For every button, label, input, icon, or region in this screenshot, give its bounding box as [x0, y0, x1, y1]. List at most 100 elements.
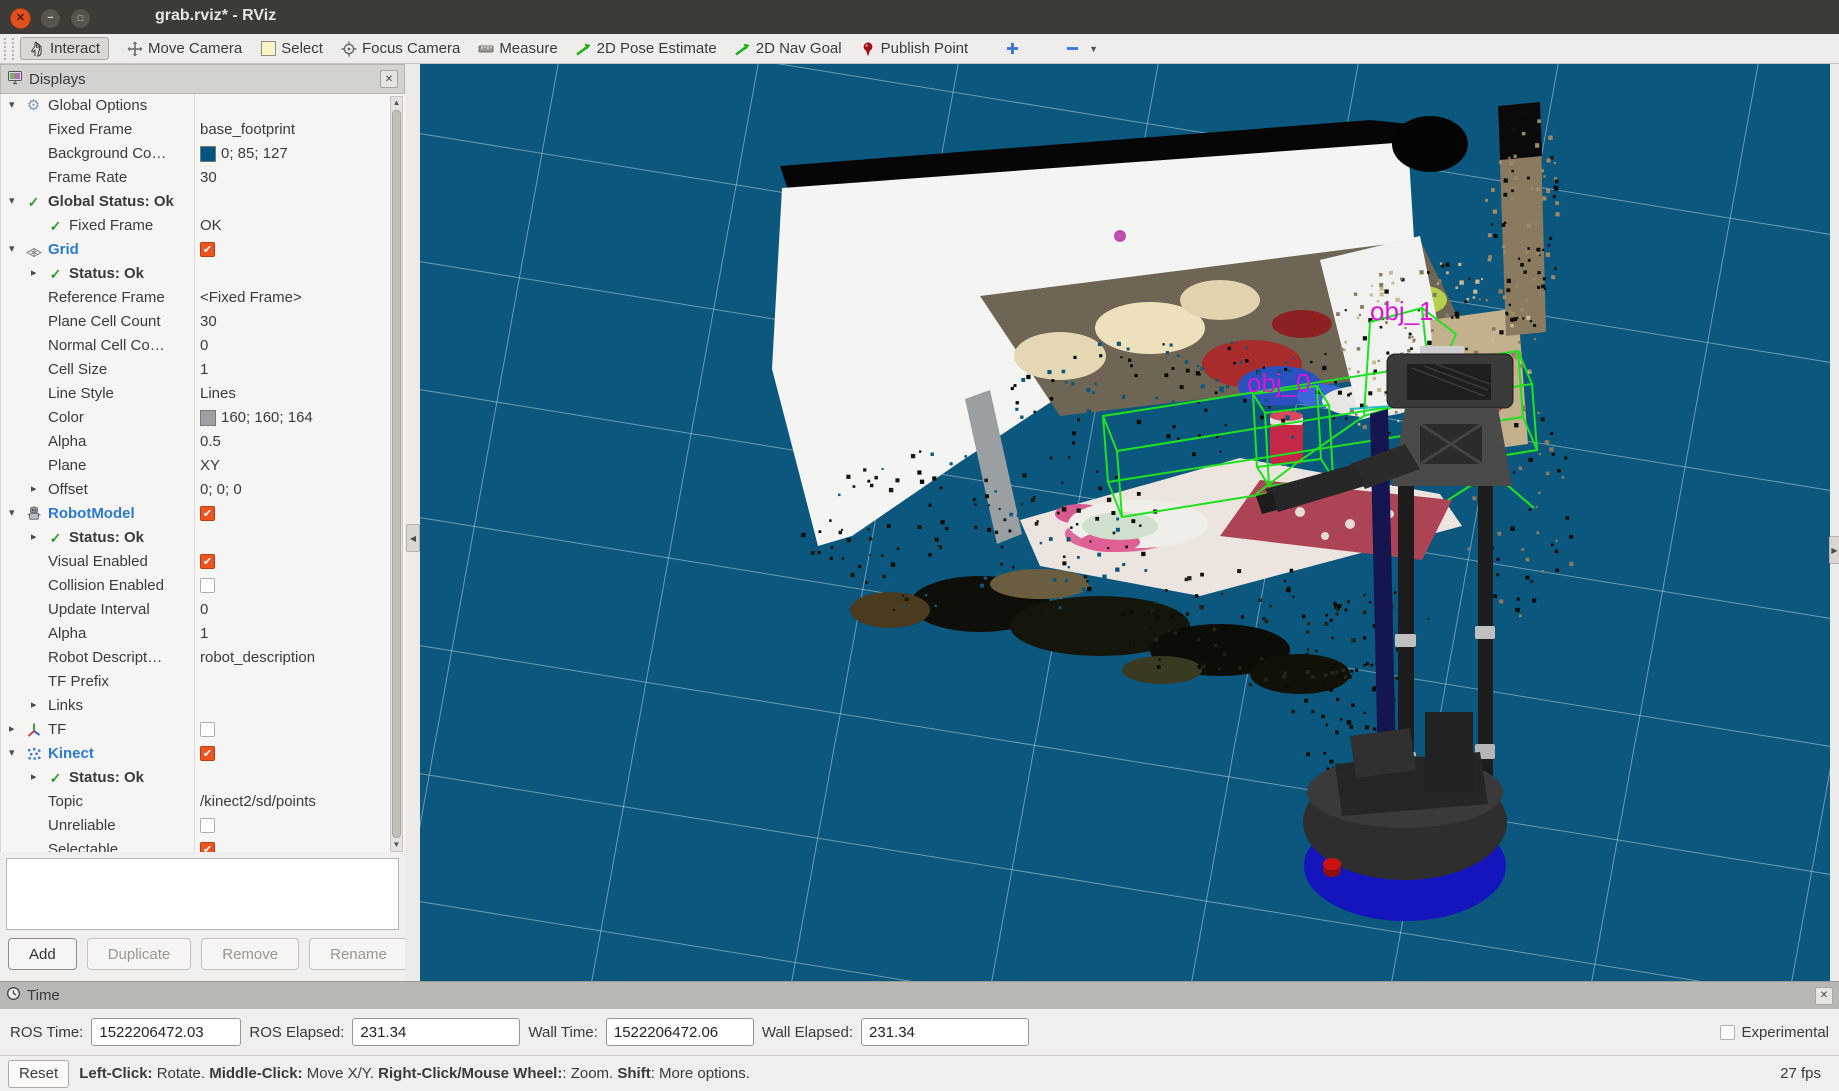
display-tree-row[interactable]: ▸✓Status: Ok	[1, 262, 405, 286]
display-tree-row[interactable]: ✓Fixed FrameOK	[1, 214, 405, 238]
property-value[interactable]: <Fixed Frame>	[200, 289, 302, 306]
collapse-right-icon[interactable]: ▶	[1829, 536, 1839, 564]
rename-button[interactable]: Rename	[309, 938, 408, 970]
expander-closed-icon[interactable]: ▸	[31, 266, 37, 279]
display-tree-row[interactable]: PlaneXY	[1, 454, 405, 478]
display-tree-row[interactable]: Reference Frame<Fixed Frame>	[1, 286, 405, 310]
scroll-up-icon[interactable]: ▲	[391, 97, 402, 109]
duplicate-button[interactable]: Duplicate	[87, 938, 192, 970]
ros-time-input[interactable]	[91, 1018, 241, 1046]
remove-button[interactable]: Remove	[201, 938, 299, 970]
display-tree-row[interactable]: ▸Links	[1, 694, 405, 718]
expander-closed-icon[interactable]: ▸	[31, 698, 37, 711]
property-value[interactable]: OK	[200, 217, 222, 234]
toolbar-drag-handle[interactable]	[4, 38, 14, 60]
display-tree-row[interactable]: Robot Descript…robot_description	[1, 646, 405, 670]
display-tree-row[interactable]: Background Co…0; 85; 127	[1, 142, 405, 166]
property-value[interactable]: ✔	[200, 505, 215, 521]
remove-tool-button[interactable]: ▼	[1064, 41, 1098, 57]
property-checkbox[interactable]: ✔	[200, 842, 215, 852]
collapse-left-icon[interactable]: ◀	[406, 524, 420, 552]
color-swatch[interactable]	[200, 146, 216, 162]
display-tree-row[interactable]: ▸✓Status: Ok	[1, 526, 405, 550]
expander-open-icon[interactable]: ▾	[9, 194, 15, 207]
property-value[interactable]: ✔	[200, 241, 215, 257]
property-value[interactable]	[200, 817, 215, 833]
window-minimize-button[interactable]: −	[40, 8, 61, 29]
property-value[interactable]: 0	[200, 337, 208, 354]
property-value[interactable]: 1	[200, 625, 208, 642]
display-tree-row[interactable]: Cell Size1	[1, 358, 405, 382]
expander-closed-icon[interactable]: ▸	[31, 530, 37, 543]
display-tree-row[interactable]: Alpha1	[1, 622, 405, 646]
display-tree-row[interactable]: ▸✓Status: Ok	[1, 766, 405, 790]
wall-elapsed-input[interactable]	[861, 1018, 1029, 1046]
3d-scene[interactable]: obj_0 obj_1	[420, 64, 1830, 981]
display-tree-row[interactable]: ▸Offset0; 0; 0	[1, 478, 405, 502]
expander-open-icon[interactable]: ▾	[9, 242, 15, 255]
tool-select[interactable]: Select	[260, 40, 323, 57]
property-value[interactable]: 0.5	[200, 433, 221, 450]
display-tree-row[interactable]: TF Prefix	[1, 670, 405, 694]
display-tree-row[interactable]: ▾⚙Global Options	[1, 94, 405, 118]
property-checkbox[interactable]: ✔	[200, 242, 215, 257]
time-close-icon[interactable]: ✕	[1815, 987, 1833, 1005]
expander-open-icon[interactable]: ▾	[9, 746, 15, 759]
display-tree-row[interactable]: Plane Cell Count30	[1, 310, 405, 334]
display-tree-row[interactable]: Frame Rate30	[1, 166, 405, 190]
property-value[interactable]: ✔	[200, 553, 215, 569]
property-value[interactable]: 30	[200, 313, 217, 330]
add-tool-button[interactable]	[1004, 41, 1020, 57]
ros-elapsed-input[interactable]	[352, 1018, 520, 1046]
tool-interact[interactable]: Interact	[20, 37, 109, 60]
expander-closed-icon[interactable]: ▸	[31, 770, 37, 783]
reset-button[interactable]: Reset	[8, 1060, 69, 1088]
display-tree-row[interactable]: Fixed Framebase_footprint	[1, 118, 405, 142]
property-value[interactable]	[200, 721, 215, 737]
tool-move-camera[interactable]: Move Camera	[127, 40, 242, 57]
scroll-down-icon[interactable]: ▼	[391, 839, 402, 851]
display-tree-row[interactable]: Selectable✔	[1, 838, 405, 852]
property-value[interactable]: 0	[200, 601, 208, 618]
display-tree-row[interactable]: Normal Cell Co…0	[1, 334, 405, 358]
color-swatch[interactable]	[200, 410, 216, 426]
displays-close-icon[interactable]: ✕	[380, 70, 398, 88]
time-panel-header[interactable]: Time ✕	[0, 981, 1839, 1009]
property-value[interactable]: XY	[200, 457, 220, 474]
tool-focus-camera[interactable]: Focus Camera	[341, 40, 460, 57]
display-tree-row[interactable]: Unreliable	[1, 814, 405, 838]
display-tree-row[interactable]: ▾Grid✔	[1, 238, 405, 262]
display-tree-row[interactable]: Alpha0.5	[1, 430, 405, 454]
property-checkbox[interactable]	[200, 722, 215, 737]
displays-scrollbar[interactable]: ▲ ▼	[390, 96, 403, 852]
property-value[interactable]: /kinect2/sd/points	[200, 793, 316, 810]
display-tree-row[interactable]: ▸TF	[1, 718, 405, 742]
tool-2d-pose-estimate[interactable]: 2D Pose Estimate	[576, 40, 717, 57]
expander-closed-icon[interactable]: ▸	[31, 482, 37, 495]
property-value[interactable]: 30	[200, 169, 217, 186]
displays-panel-header[interactable]: Displays ✕	[0, 64, 405, 94]
display-tree-row[interactable]: ▾✓Global Status: Ok	[1, 190, 405, 214]
wall-time-input[interactable]	[606, 1018, 754, 1046]
property-value[interactable]: 0; 85; 127	[200, 145, 288, 162]
property-checkbox[interactable]: ✔	[200, 506, 215, 521]
display-tree-row[interactable]: Visual Enabled✔	[1, 550, 405, 574]
tool-measure[interactable]: Measure	[478, 40, 557, 57]
window-close-button[interactable]: ✕	[10, 8, 31, 29]
property-value[interactable]: 1	[200, 361, 208, 378]
display-tree-row[interactable]: Line StyleLines	[1, 382, 405, 406]
property-value[interactable]: ✔	[200, 841, 215, 852]
display-tree-row[interactable]: ▾RobotModel✔	[1, 502, 405, 526]
expander-open-icon[interactable]: ▾	[9, 506, 15, 519]
property-checkbox[interactable]	[200, 578, 215, 593]
3d-viewport[interactable]: obj_0 obj_1	[420, 64, 1830, 981]
display-tree-row[interactable]: ▾Kinect✔	[1, 742, 405, 766]
add-button[interactable]: Add	[8, 938, 77, 970]
expander-open-icon[interactable]: ▾	[9, 98, 15, 111]
property-value[interactable]: robot_description	[200, 649, 315, 666]
property-value[interactable]	[200, 577, 215, 593]
chevron-down-icon[interactable]: ▼	[1089, 44, 1098, 54]
display-tree-row[interactable]: Update Interval0	[1, 598, 405, 622]
display-tree-row[interactable]: Collision Enabled	[1, 574, 405, 598]
panel-splitter[interactable]: ◀	[405, 64, 420, 981]
